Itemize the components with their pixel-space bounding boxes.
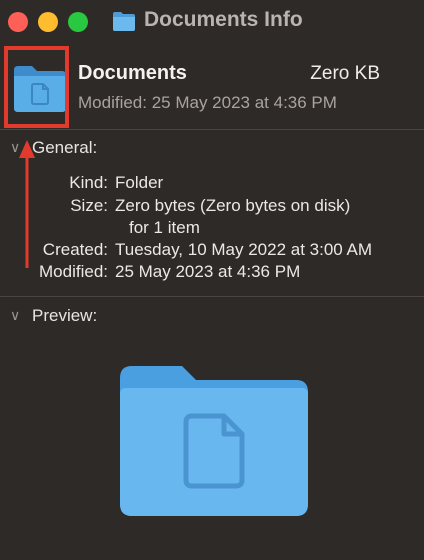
minimize-button[interactable] xyxy=(38,12,58,32)
chevron-down-icon: ∨ xyxy=(10,307,21,323)
preview-section-toggle[interactable]: ∨ Preview: xyxy=(10,306,97,326)
info-value: Zero bytes (Zero bytes on disk) xyxy=(115,196,351,215)
divider xyxy=(0,296,424,297)
preview-section-label: Preview: xyxy=(32,306,98,325)
info-value: Tuesday, 10 May 2022 at 3:00 AM xyxy=(115,240,373,259)
window-title: Documents Info xyxy=(144,8,303,31)
document-folder-icon xyxy=(120,366,308,516)
divider xyxy=(0,129,424,130)
general-section-toggle[interactable]: ∨ General: xyxy=(10,138,97,158)
info-label: Size: xyxy=(70,196,108,215)
info-label: Modified: xyxy=(39,262,108,281)
item-name: Documents xyxy=(78,62,187,84)
zoom-button[interactable] xyxy=(68,12,88,32)
title-bar: Documents Info xyxy=(0,0,424,44)
info-window: Documents Info Documents Zero KB Modifie… xyxy=(0,0,424,560)
item-size: Zero KB xyxy=(310,63,380,84)
item-modified: Modified: 25 May 2023 at 4:36 PM xyxy=(78,93,337,112)
chevron-down-icon: ∨ xyxy=(10,139,21,155)
folder-icon xyxy=(113,12,135,31)
general-section-label: General: xyxy=(32,138,98,157)
info-label: Created: xyxy=(42,240,108,259)
info-value: Folder xyxy=(115,173,164,192)
info-label: Kind: xyxy=(69,173,108,192)
icon-highlight-annotation xyxy=(4,46,69,128)
info-value: for 1 item xyxy=(129,218,200,237)
close-button[interactable] xyxy=(8,12,28,32)
info-value: 25 May 2023 at 4:36 PM xyxy=(115,262,301,281)
